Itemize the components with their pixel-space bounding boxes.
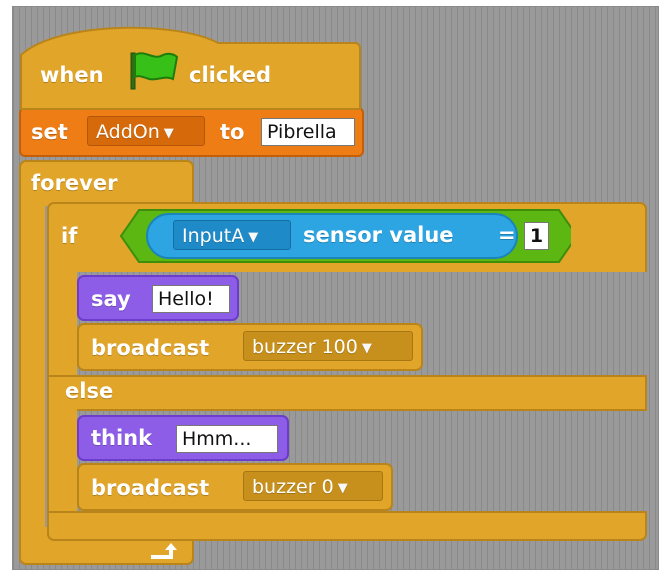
- forever-arm: [19, 200, 45, 533]
- variable-dropdown-value: AddOn: [96, 121, 160, 143]
- clicked-label: clicked: [189, 63, 271, 87]
- else-arm: [47, 409, 77, 515]
- sensor-dropdown-value: InputA: [182, 225, 245, 247]
- say-label: say: [91, 287, 131, 311]
- to-label: to: [220, 120, 245, 144]
- broadcast-message-value-else: buzzer 0: [252, 476, 334, 498]
- broadcast-label-else: broadcast: [91, 476, 210, 500]
- dropdown-arrow-icon: ▼: [163, 126, 174, 141]
- set-value-text: Pibrella: [267, 121, 337, 143]
- broadcast-label-then: broadcast: [91, 336, 210, 360]
- compare-value-field[interactable]: 1: [524, 222, 549, 250]
- broadcast-message-value-then: buzzer 100: [252, 336, 358, 358]
- variable-dropdown[interactable]: AddOn ▼: [87, 116, 205, 146]
- dropdown-arrow-icon: ▼: [248, 230, 259, 245]
- sensor-dropdown[interactable]: InputA ▼: [173, 220, 291, 250]
- think-text-value: Hmm...: [182, 428, 252, 450]
- else-bar[interactable]: [47, 375, 647, 411]
- compare-value-text: 1: [529, 225, 544, 247]
- dropdown-arrow-icon: ▼: [361, 341, 372, 356]
- think-label: think: [91, 426, 153, 450]
- say-text-value: Hello!: [158, 288, 214, 310]
- if-label: if: [61, 224, 78, 248]
- equals-sign: =: [498, 223, 516, 247]
- set-value-field[interactable]: Pibrella: [261, 118, 355, 146]
- forever-label: forever: [31, 171, 118, 195]
- broadcast-message-dropdown-else[interactable]: buzzer 0 ▼: [243, 471, 383, 501]
- sensor-value-label: sensor value: [303, 223, 454, 247]
- if-arm: [47, 269, 77, 377]
- else-label: else: [65, 379, 114, 403]
- say-text-field[interactable]: Hello!: [152, 285, 230, 313]
- when-flag-clicked-hat-block[interactable]: [18, 13, 363, 111]
- loop-arrow-icon: [151, 543, 177, 559]
- dropdown-arrow-icon: ▼: [337, 481, 348, 496]
- if-else-bottom[interactable]: [47, 511, 647, 541]
- set-label: set: [31, 120, 68, 144]
- broadcast-message-dropdown-then[interactable]: buzzer 100 ▼: [243, 331, 413, 361]
- think-text-field[interactable]: Hmm...: [176, 425, 278, 453]
- green-flag-icon: [130, 52, 179, 90]
- when-label: when: [40, 63, 104, 87]
- scripts-area: forever if else InputA ▼ sensor value = 1…: [12, 6, 659, 570]
